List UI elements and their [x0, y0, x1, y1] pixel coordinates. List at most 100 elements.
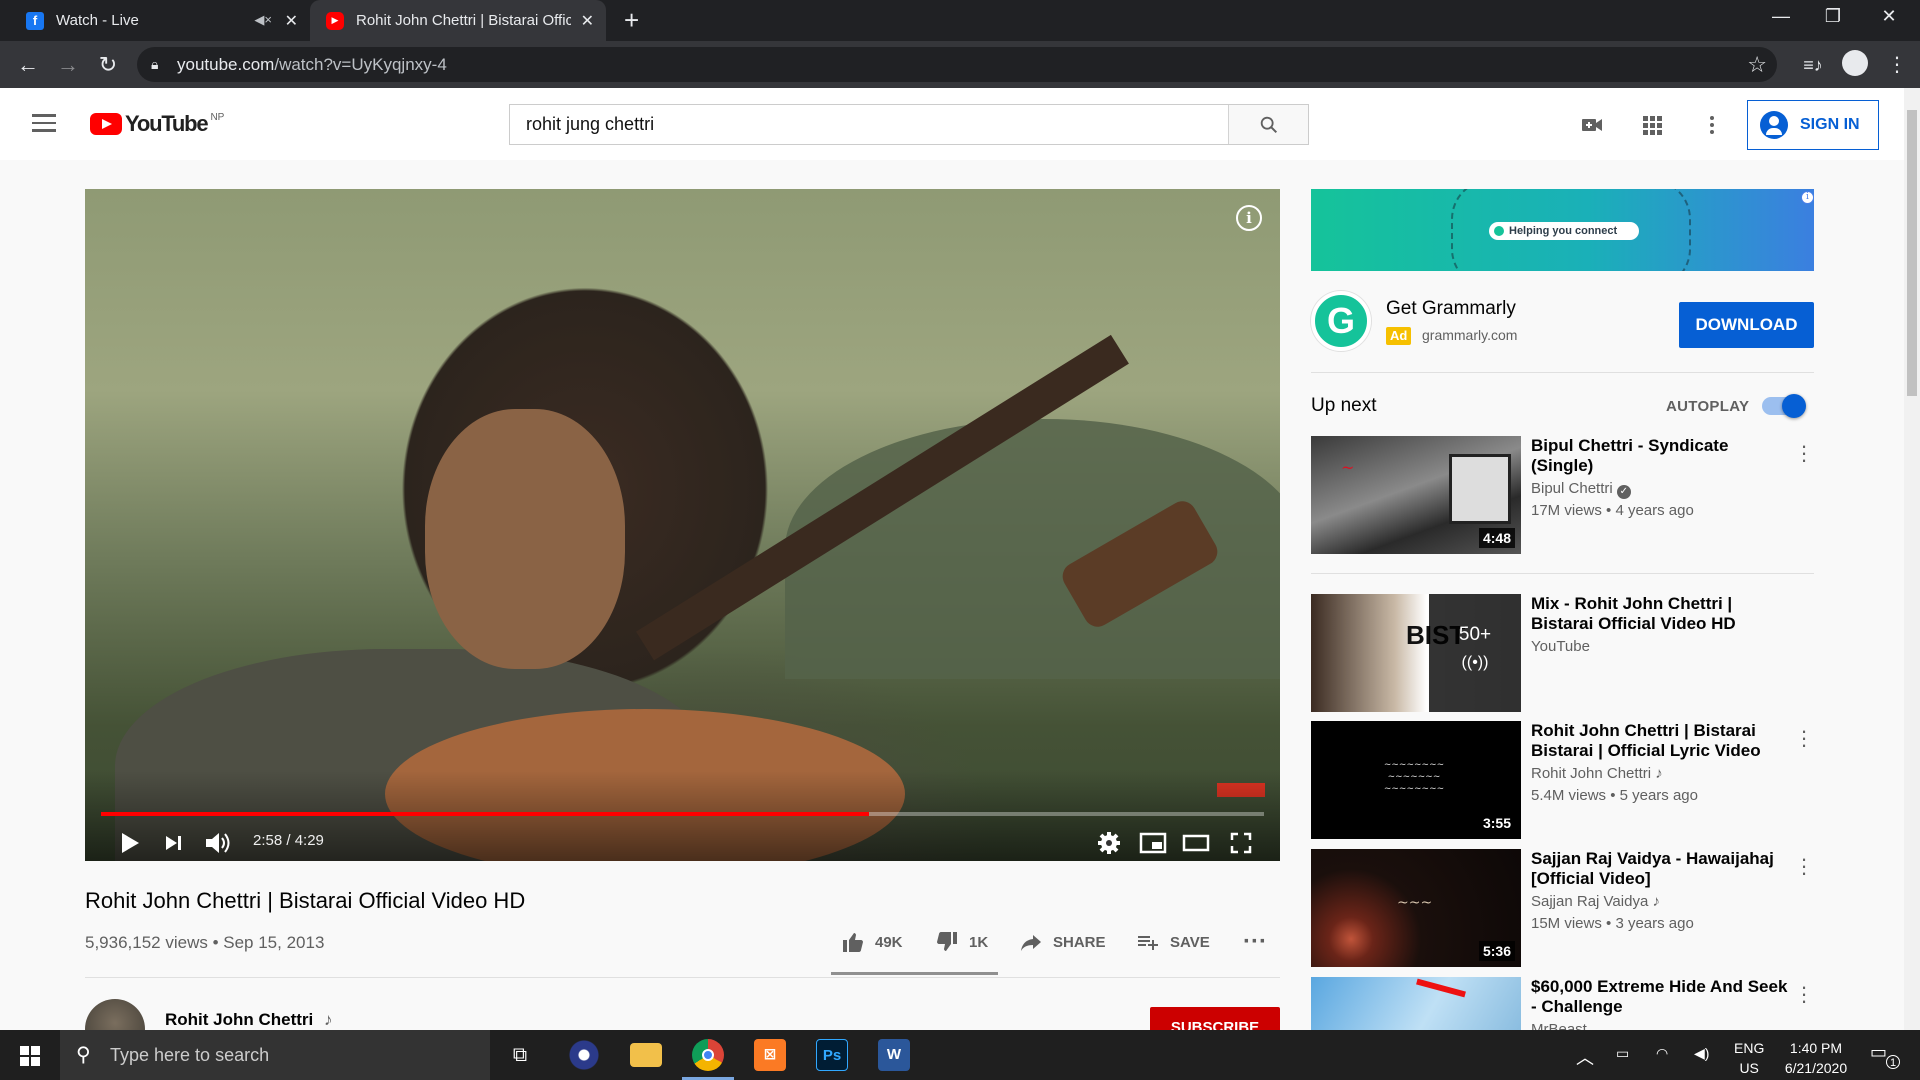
settings-gear-icon[interactable] — [1097, 830, 1121, 856]
video-thumbnail[interactable]: BIST 50+ ((•)) — [1311, 594, 1521, 712]
video-thumbnail[interactable]: ~~~~~~~~ ~~~~~~~ ~~~~~~~~ 3:55 — [1311, 721, 1521, 839]
channel-name[interactable]: Rohit John Chettri ♪ — [165, 1010, 333, 1030]
logo-wordmark: YouTube — [125, 111, 209, 136]
list-item[interactable]: ~ 4:48 Bipul Chettri - Syndicate (Single… — [1311, 435, 1814, 554]
recommendation-title[interactable]: Bipul Chettri - Syndicate (Single) — [1531, 436, 1791, 476]
window-close-icon[interactable]: ✕ — [1866, 6, 1912, 27]
ad-info-icon[interactable]: i — [1801, 191, 1814, 204]
info-icon[interactable]: i — [1236, 205, 1262, 231]
recommendation-channel: MrBeast — [1531, 1021, 1587, 1030]
start-button[interactable] — [0, 1030, 60, 1080]
recommendation-title[interactable]: Rohit John Chettri | Bistarai Bistarai |… — [1531, 721, 1791, 761]
restore-icon[interactable]: ❐ — [1810, 6, 1856, 27]
save-button[interactable]: SAVE — [1136, 930, 1210, 954]
channel-text: Rohit John Chettri — [1531, 765, 1652, 782]
speaker-icon[interactable]: ◀) — [1694, 1045, 1709, 1062]
more-options-icon[interactable]: · · · — [1799, 720, 1809, 756]
region-code: NP — [210, 111, 225, 123]
minimize-icon[interactable]: — — [1758, 6, 1804, 27]
dislike-button[interactable]: 1K — [935, 930, 988, 954]
grammarly-logo[interactable]: G — [1311, 291, 1371, 351]
xampp-icon[interactable]: ⊠ — [754, 1039, 786, 1071]
chrome-icon[interactable] — [692, 1039, 724, 1071]
file-explorer-icon[interactable] — [630, 1043, 662, 1067]
thumbnail-art: ~~~ — [1397, 895, 1433, 911]
more-options-icon[interactable]: · · · — [1799, 435, 1809, 471]
youtube-play-logo-icon — [90, 113, 122, 135]
youtube-logo[interactable]: YouTube NP — [90, 111, 224, 137]
thumbs-up-icon — [843, 933, 863, 952]
video-frame-face — [425, 409, 625, 669]
profile-icon[interactable] — [1842, 50, 1868, 76]
recommendation-channel: Bipul Chettri ✓ — [1531, 480, 1631, 499]
tab-close-icon[interactable]: ✕ — [285, 11, 298, 31]
duration-badge: 4:48 — [1478, 528, 1515, 548]
clock[interactable]: 1:40 PM 6/21/2020 — [1776, 1038, 1856, 1078]
back-icon[interactable]: ← — [13, 50, 43, 80]
miniplayer-icon[interactable] — [1139, 830, 1167, 856]
recommendation-title[interactable]: Mix - Rohit John Chettri | Bistarai Offi… — [1531, 594, 1791, 634]
taskbar-search[interactable]: ⚲ Type here to search — [60, 1030, 490, 1080]
page-scrollbar[interactable] — [1904, 88, 1920, 1030]
theater-mode-icon[interactable] — [1182, 830, 1210, 856]
language-indicator[interactable]: ENG US — [1734, 1038, 1764, 1078]
next-icon[interactable] — [163, 830, 185, 856]
lock-icon: 🔒︎ — [151, 56, 159, 72]
tray-chevron-icon[interactable]: ︿ — [1576, 1044, 1594, 1070]
channel-name-text: Rohit John Chettri — [165, 1010, 314, 1029]
apps-grid-icon[interactable] — [1640, 113, 1664, 137]
create-video-icon[interactable] — [1580, 113, 1604, 137]
share-button[interactable]: SHARE — [1019, 930, 1106, 954]
tab-close-icon[interactable]: ✕ — [581, 11, 594, 31]
video-player[interactable]: i 2:58 / 4:29 — [85, 189, 1280, 861]
more-options-icon[interactable]: · · · — [1799, 977, 1809, 1012]
download-button[interactable]: DOWNLOAD — [1679, 302, 1814, 348]
recommendation-title[interactable]: $60,000 Extreme Hide And Seek - Challeng… — [1531, 977, 1791, 1017]
video-thumbnail[interactable]: ~ 4:48 — [1311, 436, 1521, 554]
new-tab-icon[interactable]: + — [624, 5, 639, 36]
task-view-icon[interactable]: ⧉ — [504, 1039, 536, 1071]
search-input[interactable] — [510, 105, 1228, 144]
tab-youtube-video[interactable]: ▶ Rohit John Chettri | Bistarai Official… — [310, 0, 606, 41]
ad-title[interactable]: Get Grammarly — [1386, 298, 1516, 320]
forward-icon[interactable]: → — [53, 50, 83, 80]
tab-facebook-watch[interactable]: f Watch - Live ◀× ✕ — [0, 0, 310, 41]
list-item[interactable]: $60,000 Extreme Hide And Seek - Challeng… — [1311, 977, 1814, 1030]
sign-in-button[interactable]: SIGN IN — [1747, 100, 1879, 150]
chrome-menu-icon[interactable]: ⋮ — [1882, 50, 1912, 80]
volume-icon[interactable] — [204, 830, 234, 856]
view-count-date: 5,936,152 views • Sep 15, 2013 — [85, 933, 325, 952]
scrollbar-thumb[interactable] — [1907, 110, 1917, 396]
recommendation-title[interactable]: Sajjan Raj Vaidya - Hawaijahaj [Official… — [1531, 849, 1791, 889]
autoplay-toggle[interactable] — [1762, 394, 1806, 418]
word-icon[interactable]: W — [878, 1039, 910, 1071]
progress-bar[interactable] — [101, 812, 1264, 816]
more-options-icon[interactable]: · · · — [1799, 848, 1809, 884]
media-queue-icon[interactable]: ≡♪ — [1798, 50, 1828, 80]
hamburger-menu-icon[interactable] — [32, 114, 56, 137]
notification-center-icon[interactable]: ▭ — [1870, 1042, 1887, 1063]
list-item[interactable]: BIST 50+ ((•)) Mix - Rohit John Chettri … — [1311, 594, 1814, 712]
search-button[interactable] — [1228, 105, 1308, 144]
eclipse-icon[interactable] — [568, 1039, 600, 1071]
battery-icon[interactable]: ▭ — [1616, 1045, 1629, 1062]
list-item[interactable]: ~~~ 5:36 Sajjan Raj Vaidya - Hawaijahaj … — [1311, 848, 1814, 967]
play-icon[interactable] — [119, 830, 141, 856]
like-button[interactable]: 49K — [841, 930, 903, 954]
youtube-masthead: YouTube NP SIGN IN — [0, 88, 1904, 160]
list-item[interactable]: ~~~~~~~~ ~~~~~~~ ~~~~~~~~ 3:55 Rohit John … — [1311, 720, 1814, 839]
wifi-icon[interactable]: ◠ — [1656, 1045, 1668, 1062]
settings-more-icon[interactable] — [1700, 113, 1724, 137]
address-bar[interactable]: 🔒︎ youtube.com/watch?v=UyKyqjnxy-4 ☆ — [137, 47, 1777, 82]
sentiment-bar — [831, 972, 998, 975]
speaker-muted-icon[interactable]: ◀× — [254, 12, 272, 28]
ad-banner[interactable]: Helping you connect — [1311, 189, 1814, 271]
thumbnail-arrow — [1416, 978, 1466, 998]
video-thumbnail[interactable]: ~~~ 5:36 — [1311, 849, 1521, 967]
fullscreen-icon[interactable] — [1229, 830, 1253, 856]
video-thumbnail[interactable] — [1311, 977, 1521, 1030]
photoshop-icon[interactable]: Ps — [816, 1039, 848, 1071]
more-actions-icon[interactable]: ··· — [1243, 928, 1267, 956]
reload-icon[interactable]: ↻ — [93, 50, 123, 80]
bookmark-star-icon[interactable]: ☆ — [1747, 52, 1767, 78]
